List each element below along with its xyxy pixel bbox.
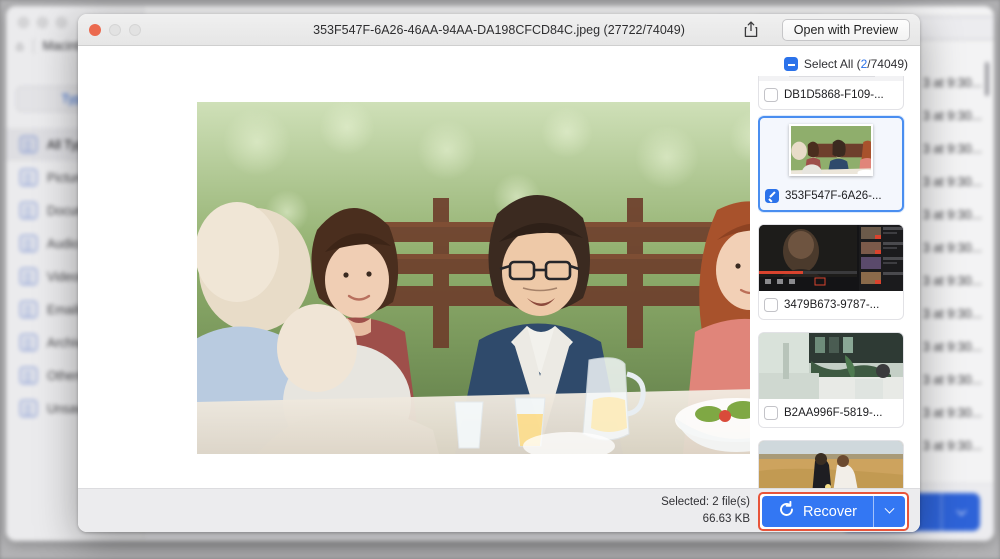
open-with-preview-button[interactable]: Open with Preview (782, 19, 910, 41)
select-all-label: Select All (2/74049) (804, 57, 908, 71)
thumbnail-image (760, 118, 902, 182)
list-item-label: B2AA996F-5819-... (784, 407, 882, 419)
share-icon[interactable] (742, 20, 760, 39)
list-item-name-row[interactable]: B2AA996F-5819-... (759, 399, 903, 427)
thumbnail-image (759, 333, 903, 399)
others-icon (20, 367, 37, 384)
selected-files-size: 66.63 KB (661, 511, 750, 528)
selected-files-count: Selected: 2 file(s) (661, 494, 750, 511)
chevron-down-icon[interactable] (942, 505, 980, 520)
dialog-body: Select All (2/74049) DB1D5868-F109-... (78, 46, 920, 488)
select-all-row[interactable]: Select All (2/74049) (750, 54, 908, 74)
breadcrumb-label: Macint (43, 39, 80, 53)
table-row[interactable]: 3 at 9:30... (923, 297, 982, 330)
background-traffic-lights[interactable] (18, 17, 67, 28)
list-item-checkbox[interactable] (765, 189, 779, 203)
list-item-name-row[interactable]: 353F547F-6A26-... (760, 182, 902, 210)
divider (33, 38, 34, 54)
preview-image[interactable] (197, 102, 801, 454)
file-list-sidebar: Select All (2/74049) DB1D5868-F109-... (750, 46, 920, 488)
table-row[interactable]: 3 at 9:30... (923, 429, 982, 462)
recover-button[interactable]: Recover (762, 496, 905, 527)
image-preview-dialog: 353F547F-6A26-46AA-94AA-DA198CFCD84C.jpe… (78, 14, 920, 532)
table-row[interactable]: 3 at 9:30... (923, 363, 982, 396)
table-row[interactable]: 3 at 9:30... (923, 132, 982, 165)
recover-button-label-wrap: Recover (762, 501, 873, 522)
list-item[interactable]: B2AA996F-5819-... (758, 332, 904, 428)
table-row[interactable]: 3 at 9:30... (923, 198, 982, 231)
list-item-name-row[interactable]: DB1D5868-F109-... (759, 81, 903, 109)
table-row[interactable]: 3 at 9:30... (923, 165, 982, 198)
chevron-down-icon[interactable] (874, 508, 905, 515)
minimize-button[interactable] (37, 17, 48, 28)
dialog-title-bar: 353F547F-6A26-46AA-94AA-DA198CFCD84C.jpe… (78, 14, 920, 46)
table-row[interactable]: 3 at 9:30... (923, 231, 982, 264)
image-viewer (78, 46, 750, 488)
list-item[interactable]: DB1D5868-F109-... (758, 76, 904, 110)
open-with-preview-label: Open with Preview (794, 23, 898, 37)
dialog-footer: Selected: 2 file(s) 66.63 KB Recover (78, 488, 920, 532)
recover-label: Recover (803, 504, 857, 520)
table-row[interactable]: 3 at 9:30... (923, 99, 982, 132)
list-item-selected[interactable]: 353F547F-6A26-... (758, 116, 904, 212)
list-item-checkbox[interactable] (764, 88, 778, 102)
pictures-icon (20, 169, 37, 186)
video-icon (20, 268, 37, 285)
list-item[interactable] (758, 440, 904, 488)
breadcrumb[interactable]: ⌂ Macint (16, 38, 79, 54)
list-item-checkbox[interactable] (764, 298, 778, 312)
list-item-label: 3479B673-9787-... (784, 299, 879, 311)
home-icon: ⌂ (16, 39, 24, 53)
table-row[interactable]: 3 at 9:30... (923, 396, 982, 429)
archive-icon (20, 334, 37, 351)
list-item-name-row[interactable]: 3479B673-9787-... (759, 291, 903, 319)
selection-info: Selected: 2 file(s) 66.63 KB (661, 494, 750, 528)
thumbnail-list[interactable]: DB1D5868-F109-... (758, 76, 912, 488)
email-icon (20, 301, 37, 318)
unsaved-icon (20, 400, 37, 417)
audio-icon (20, 235, 37, 252)
maximize-button[interactable] (56, 17, 67, 28)
select-all-checkbox[interactable] (784, 57, 798, 71)
sidebar-item-label: Audio (47, 237, 79, 251)
table-row[interactable]: 3 at 9:30... (923, 264, 982, 297)
thumbnail-image (759, 441, 903, 488)
refresh-icon (778, 501, 795, 522)
table-row[interactable]: 3 at 9:30... (923, 330, 982, 363)
table-row[interactable]: 3 at 9:30... (923, 66, 982, 99)
recover-button-highlight: Recover (758, 492, 909, 531)
list-item[interactable]: 3479B673-9787-... (758, 224, 904, 320)
list-icon (20, 136, 37, 153)
list-item-label: DB1D5868-F109-... (784, 89, 884, 101)
close-button[interactable] (18, 17, 29, 28)
vertical-scrollbar[interactable] (985, 62, 989, 96)
thumbnail-image (759, 225, 903, 291)
list-item-checkbox[interactable] (764, 406, 778, 420)
list-item-label: 353F547F-6A26-... (785, 190, 882, 202)
document-icon (20, 202, 37, 219)
